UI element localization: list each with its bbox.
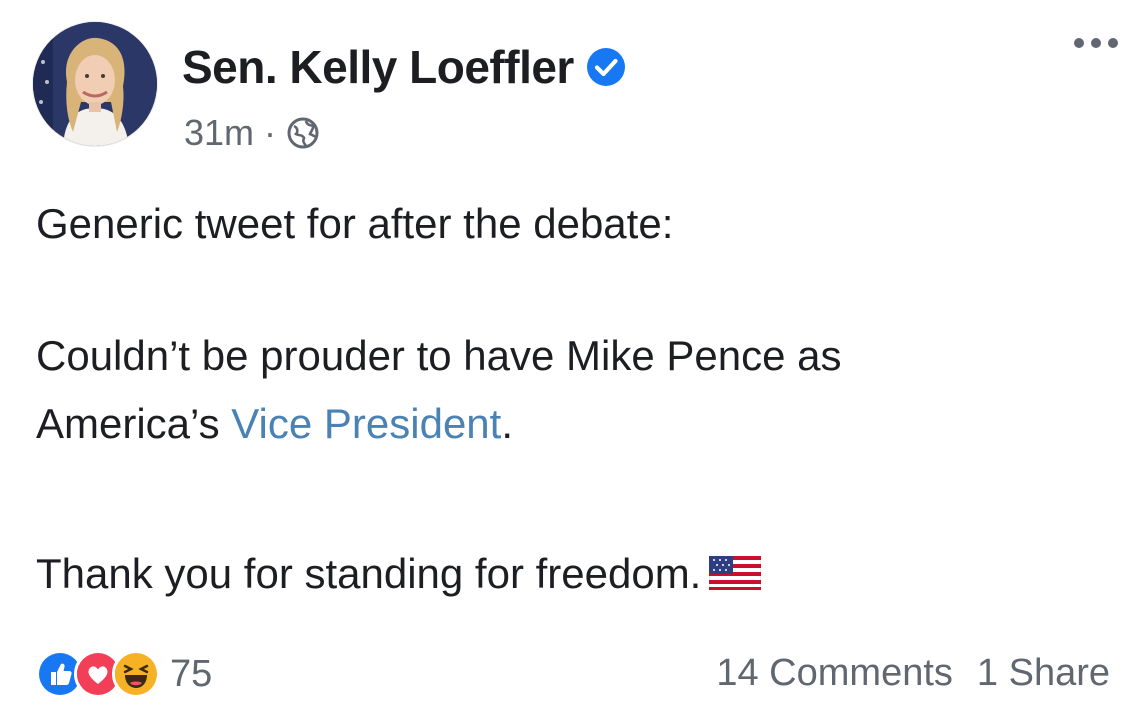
author-name[interactable]: Sen. Kelly Loeffler [182,40,574,94]
meta-separator: · [264,112,277,153]
shares-count-link[interactable]: 1 Share [977,652,1110,695]
verified-badge-icon [586,48,625,86]
post-text-segment: America’s [36,400,232,447]
post-text-line: Thank you for standing for freedom. [36,540,762,608]
facebook-post: Sen. Kelly Loeffler 31m · Generic tweet … [0,0,1146,722]
more-options-button[interactable] [1074,38,1118,48]
post-text-segment: Thank you for standing for freedom. [36,550,702,597]
more-dot [1108,38,1118,48]
author-avatar[interactable] [33,22,157,146]
more-dot [1074,38,1084,48]
reactions-summary[interactable]: 75 [36,650,212,698]
post-text-segment: . [501,400,513,447]
reaction-count: 75 [170,652,213,695]
engagement-counts: 14 Comments 1 Share [716,652,1110,695]
globe-icon[interactable] [286,116,320,150]
comments-count-link[interactable]: 14 Comments [716,652,953,695]
author-name-row: Sen. Kelly Loeffler [182,40,626,94]
post-text-line: America’s Vice President. [36,390,513,458]
post-timestamp[interactable]: 31m [184,112,254,154]
more-dot [1091,38,1101,48]
post-text-line: Generic tweet for after the debate: [36,200,674,247]
post-text-line: Couldn’t be prouder to have Mike Pence a… [36,332,842,379]
us-flag-icon [709,556,762,590]
vice-president-link[interactable]: Vice President [231,400,501,447]
haha-icon [112,650,160,698]
post-meta: 31m · [184,112,320,154]
